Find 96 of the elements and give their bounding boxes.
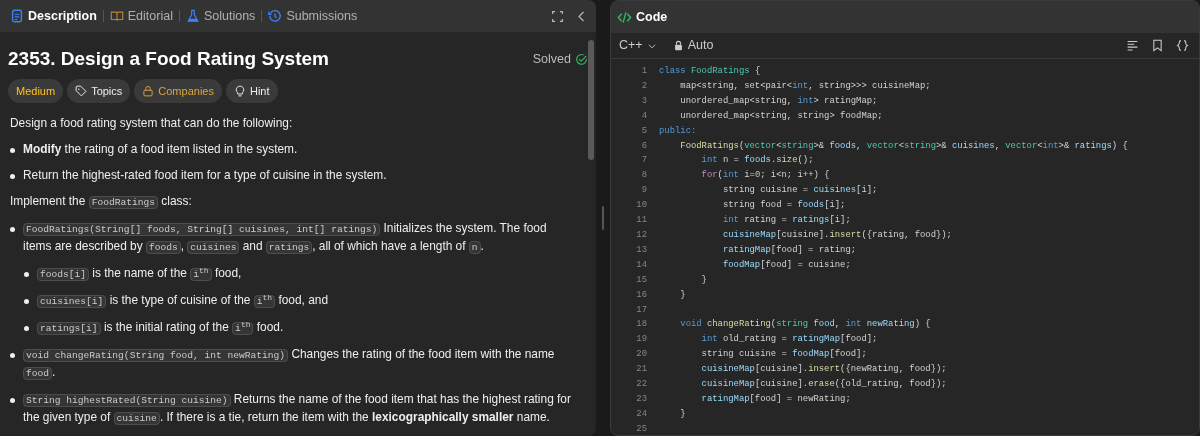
- code-line: }: [679, 288, 686, 302]
- bullet-dot: [10, 148, 15, 154]
- code-line: string food = foods[i];: [721, 199, 846, 213]
- code-line: int old_rating = ratingMap[food];: [700, 333, 878, 347]
- bullet-dot: [10, 174, 15, 180]
- code-line: for(int i=0; i<n; i++) {: [700, 169, 830, 183]
- code-line: unordered_map<string, string> foodMap;: [679, 109, 883, 123]
- description-text: FoodRatings(String[] foods, String[] cuisines, int[] ratings) Initializes the system. The food items are described by foods , cuisines and ratings , all of which have a length of n .: [23, 220, 548, 257]
- description-text: foods[i] is the name of the i$^{th}$ food,: [37, 265, 242, 284]
- description-text: Return the highest-rated food item for a type of cuisine in the system.: [23, 167, 387, 185]
- description-text: cuisines[i] is the type of cuisine of the i$^{th}$ food, and: [37, 292, 329, 311]
- code-line: }: [700, 273, 707, 287]
- line-number: 20: [635, 348, 648, 362]
- code-line: void changeRating(string food, int newRating) {: [679, 318, 931, 332]
- code-line: string cuisine = foodMap[food];: [700, 348, 867, 362]
- tag-button[interactable]: Topics: [67, 78, 131, 104]
- line-number: 3: [640, 94, 648, 108]
- lock-icon: [672, 40, 684, 51]
- line-number: 4: [640, 109, 648, 123]
- bullet-dot: [10, 353, 15, 359]
- resize-handle[interactable]: [602, 206, 604, 230]
- document-icon: [10, 9, 24, 23]
- code-line: int rating = ratings[i];: [721, 214, 851, 228]
- description-text: String highestRated(String cuisine) Returns the name of the food item that has the highest rating for the given type of cuisine . If there is a tie, return the item with the lexicographically smaller name.: [23, 391, 572, 428]
- tab[interactable]: Editorial: [105, 4, 177, 28]
- line-number: 25: [635, 422, 648, 435]
- line-number: 6: [640, 139, 648, 153]
- difficulty-button[interactable]: Medium: [8, 78, 64, 104]
- code-line: unordered_map<string, int> ratingMap;: [679, 94, 878, 108]
- history-icon: [268, 9, 283, 23]
- code-line: cuisineMap[cuisine].insert({rating, food});: [721, 228, 952, 242]
- mode-label: Auto: [687, 37, 714, 55]
- fullscreen-icon: [551, 9, 564, 23]
- code-line: int n = foods.size();: [700, 154, 814, 168]
- problem-title: 2353. Design a Food Rating System: [8, 48, 329, 71]
- code-line: map<string, set<pair<int, string>>> cuisineMap;: [679, 79, 931, 93]
- braces-button[interactable]: [1174, 37, 1191, 54]
- code-line: cuisineMap[cuisine].insert({newRating, food});: [700, 363, 947, 377]
- line-number: 19: [635, 333, 648, 347]
- code-line: }: [679, 407, 686, 421]
- code-icon: [617, 9, 632, 25]
- line-number: 1: [640, 65, 648, 78]
- description-text: void changeRating(String food, int newRating) Changes the rating of the food item with the name food .: [23, 346, 576, 383]
- line-number: 23: [635, 392, 648, 406]
- line-number: 10: [635, 199, 648, 213]
- tab[interactable]: Description: [6, 4, 101, 28]
- lock-icon: [142, 85, 155, 98]
- language-select[interactable]: C++: [619, 36, 657, 55]
- bullet-dot: [24, 326, 29, 332]
- bullet-dot: [24, 272, 29, 278]
- code-line: string cuisine = cuisines[i];: [721, 184, 878, 198]
- line-number: 12: [635, 228, 648, 242]
- line-number: 14: [635, 258, 648, 272]
- line-number: 24: [635, 407, 648, 421]
- bullet-dot: [10, 227, 15, 233]
- line-number: 13: [635, 243, 648, 257]
- solved-status: Solved: [532, 51, 571, 68]
- line-number: 8: [640, 169, 648, 183]
- flask-icon: [185, 9, 200, 23]
- description-text: Modify the rating of a food item listed in the system.: [23, 141, 298, 159]
- line-number: 2: [640, 79, 648, 93]
- description-text: Design a food rating system that can do the following:: [10, 115, 294, 133]
- line-number: 9: [640, 184, 648, 198]
- code-line: public:: [659, 124, 697, 138]
- check-circle-icon: [575, 52, 588, 66]
- code-line: FoodRatings(vector<string>& foods, vector<string>& cuisines, vector<int>& ratings) {: [679, 139, 1128, 153]
- code-line: cuisineMap[cuisine].erase({old_rating, food});: [700, 378, 947, 392]
- line-number: 7: [640, 154, 648, 168]
- bookmark-icon: [1151, 39, 1164, 52]
- bullet-dot: [24, 299, 29, 305]
- book-icon: [109, 9, 124, 23]
- lightbulb-icon: [233, 85, 246, 98]
- description-text: ratings[i] is the initial rating of the i$^{th}$ food.: [37, 319, 284, 338]
- code-line: foodMap[food] = cuisine;: [721, 258, 851, 272]
- code-line: class FoodRatings {: [659, 65, 761, 78]
- scrollbar-thumb[interactable]: [588, 40, 594, 160]
- line-number: 21: [635, 363, 648, 377]
- format-icon: [1126, 39, 1139, 52]
- line-number: 16: [635, 288, 648, 302]
- line-number: 5: [640, 124, 648, 138]
- line-number: 11: [635, 214, 648, 228]
- braces-icon: [1176, 39, 1189, 52]
- panel-title: Code: [636, 8, 668, 26]
- bullet-dot: [10, 398, 15, 404]
- line-number: 22: [635, 378, 648, 392]
- tag-icon: [75, 85, 88, 98]
- line-number: 18: [635, 318, 648, 332]
- line-number: 17: [635, 303, 648, 317]
- code-line: ratingMap[food] = rating;: [721, 243, 857, 257]
- tab[interactable]: Solutions: [181, 4, 260, 28]
- code-line: ratingMap[food] = newRating;: [700, 392, 851, 406]
- tab[interactable]: Submissions: [264, 4, 362, 28]
- line-number: 15: [635, 273, 648, 287]
- tag-button[interactable]: Companies: [134, 78, 222, 104]
- description-text: Implement the FoodRatings class:: [10, 193, 193, 212]
- tag-button[interactable]: Hint: [225, 78, 278, 104]
